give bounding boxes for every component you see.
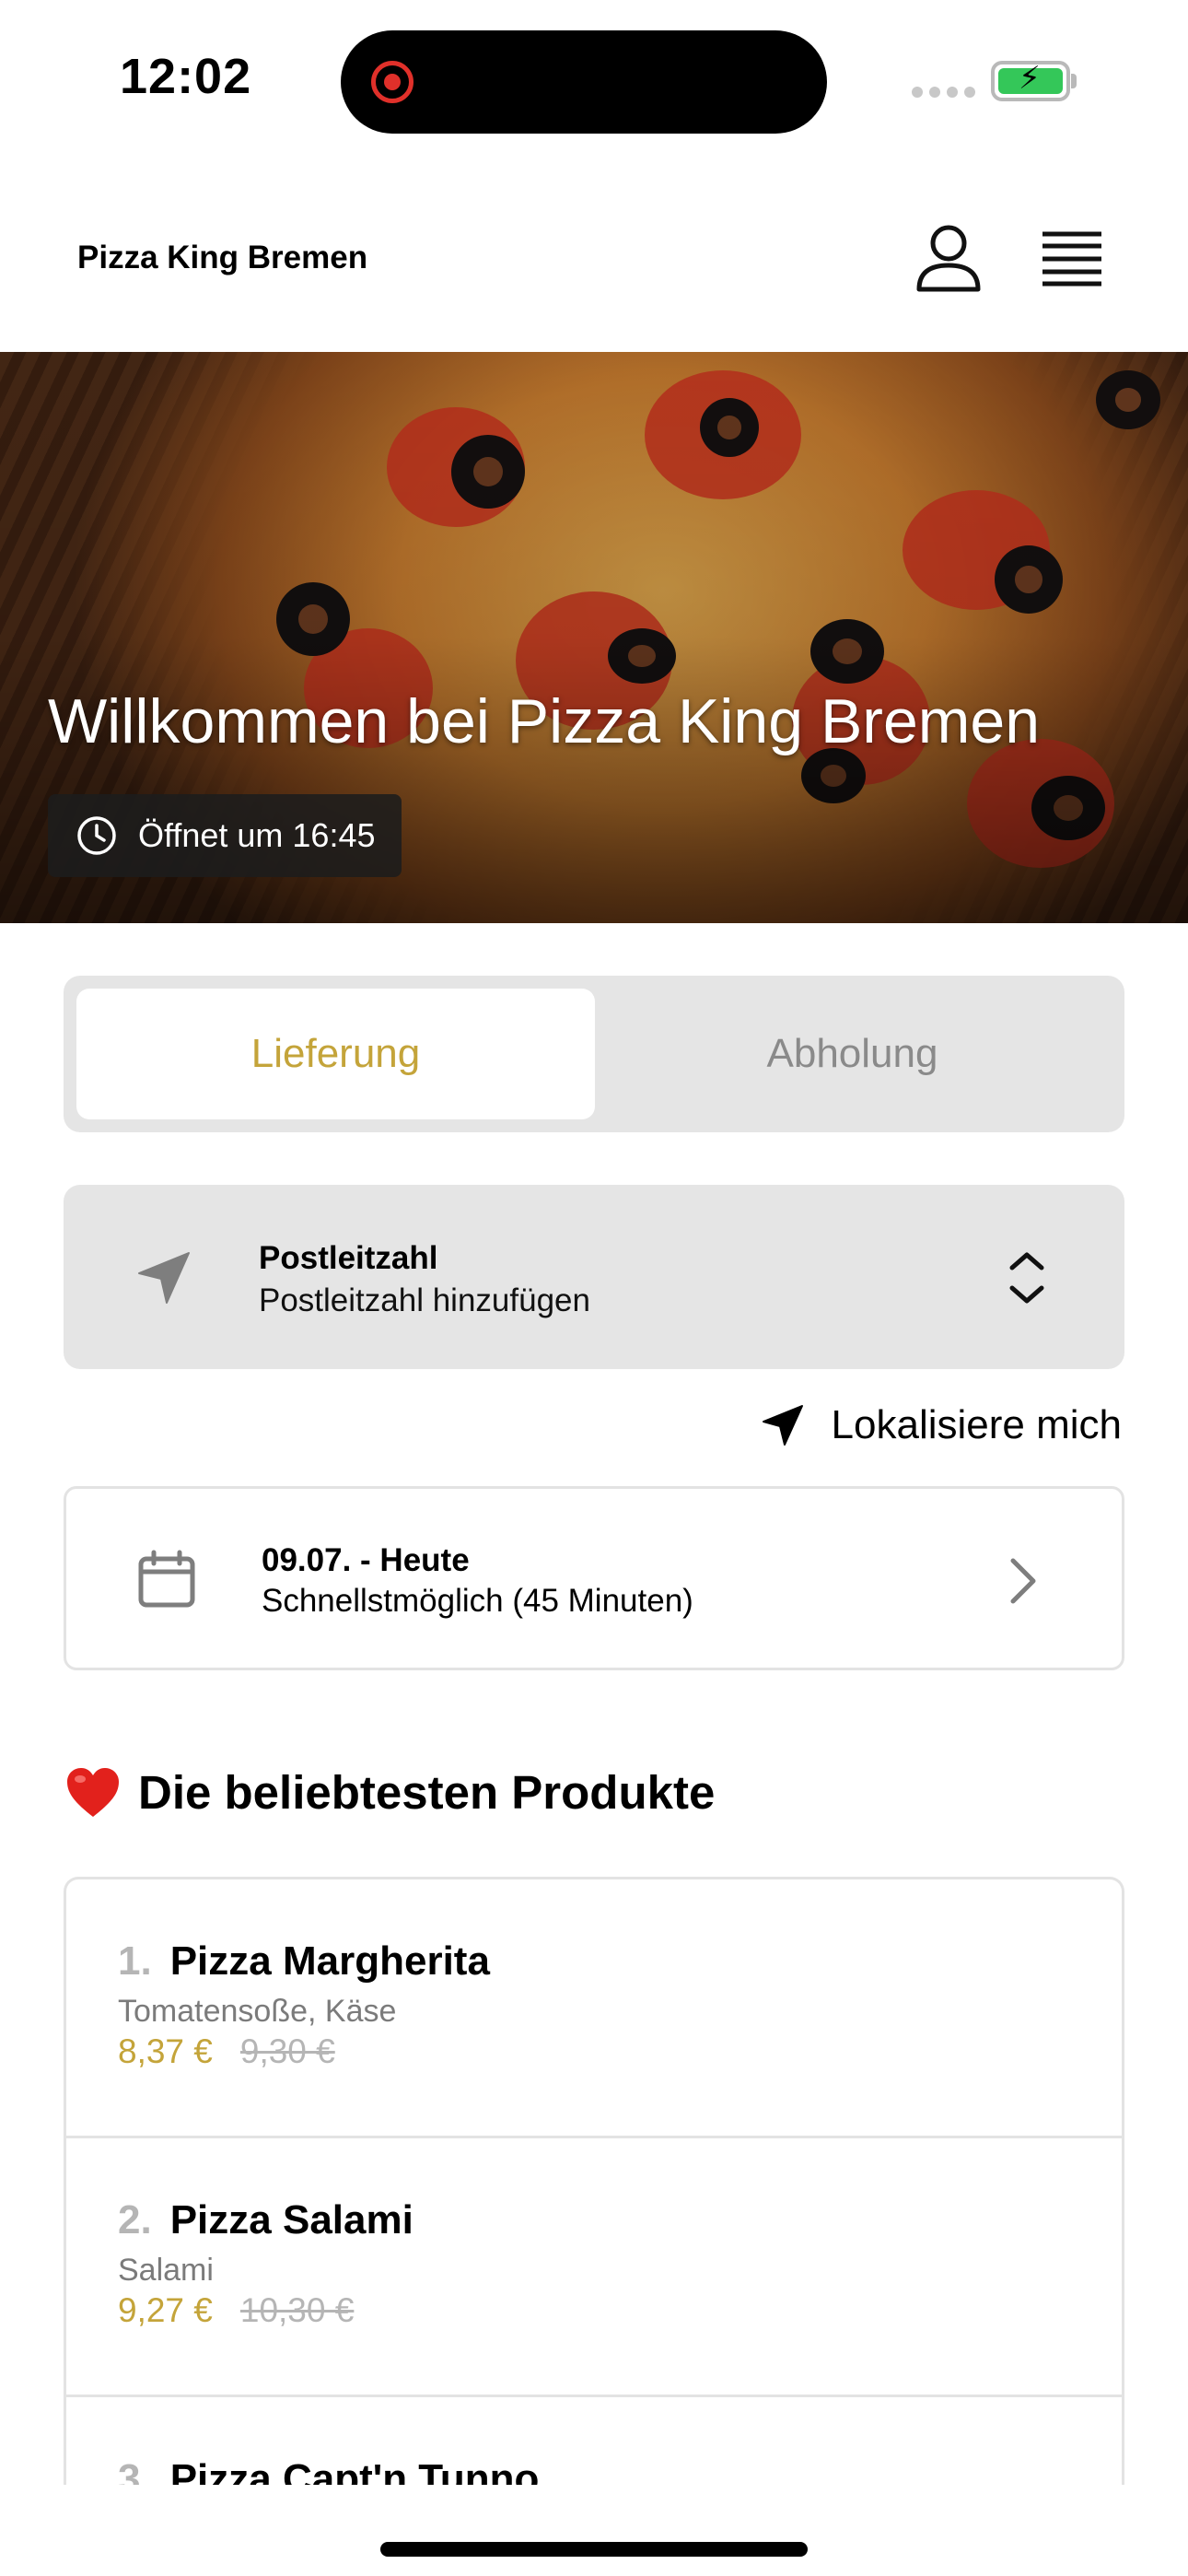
postcode-selector[interactable]: Postleitzahl Postleitzahl hinzufügen: [64, 1185, 1124, 1369]
product-price: 9,27 €: [118, 2291, 213, 2329]
popular-products-title: Die beliebtesten Produkte: [138, 1766, 716, 1819]
popular-products-heading: Die beliebtesten Produkte: [64, 1765, 715, 1820]
delivery-time-selector[interactable]: 09.07. - Heute Schnellstmöglich (45 Minu…: [64, 1486, 1124, 1670]
delivery-time: Schnellstmöglich (45 Minuten): [262, 1583, 693, 1619]
product-name: Pizza Capt'n Tunno: [169, 2456, 540, 2485]
opening-time-badge: Öffnet um 16:45: [48, 794, 402, 877]
hamburger-menu-icon[interactable]: [1039, 228, 1105, 289]
order-mode-toggle: Lieferung Abholung: [64, 976, 1124, 1132]
brand-title: Pizza King Bremen: [77, 240, 368, 275]
postcode-placeholder: Postleitzahl hinzufügen: [259, 1282, 590, 1318]
user-account-icon[interactable]: [912, 221, 985, 295]
popular-products-list: 1. Pizza Margherita Tomatensoße, Käse 8,…: [64, 1877, 1124, 2485]
opening-time-text: Öffnet um 16:45: [138, 816, 376, 854]
home-indicator[interactable]: [380, 2542, 808, 2557]
calendar-icon: [138, 1550, 195, 1608]
status-bar: 12:02 ⚡: [0, 0, 1188, 157]
product-rank: 3.: [118, 2456, 152, 2485]
product-rank: 2.: [118, 2197, 152, 2242]
tab-delivery[interactable]: Lieferung: [76, 989, 595, 1119]
product-old-price: 9,30 €: [239, 2032, 335, 2070]
product-item[interactable]: 1. Pizza Margherita Tomatensoße, Käse 8,…: [66, 1879, 1122, 2138]
product-price: 8,37 €: [118, 2032, 213, 2070]
battery-icon: ⚡: [991, 61, 1077, 101]
product-item[interactable]: 3. Pizza Capt'n Tunno: [66, 2397, 1122, 2485]
product-rank: 1.: [118, 1938, 152, 1984]
product-item[interactable]: 2. Pizza Salami Salami 9,27 € 10,30 €: [66, 2138, 1122, 2397]
hero-title: Willkommen bei Pizza King Bremen: [48, 686, 1041, 756]
product-name: Pizza Margherita: [169, 1938, 490, 1984]
hero-banner: Willkommen bei Pizza King Bremen Öffnet …: [0, 352, 1188, 923]
chevron-up-down-icon: [1009, 1252, 1044, 1304]
chevron-right-icon: [1010, 1558, 1036, 1604]
status-time: 12:02: [120, 49, 252, 104]
locate-me-button[interactable]: Lokalisiere mich: [762, 1402, 1122, 1448]
signal-icon: [912, 87, 975, 98]
clock-icon: [77, 816, 116, 855]
screen: 12:02 ⚡ Pizza King Bremen Willkommen bei…: [0, 0, 1188, 2576]
app-header: Pizza King Bremen: [0, 184, 1188, 352]
product-old-price: 10,30 €: [239, 2291, 355, 2329]
product-description: Tomatensoße, Käse: [118, 1994, 397, 2029]
heart-icon: [67, 1767, 119, 1817]
location-arrow-icon: [138, 1252, 190, 1304]
recording-icon: [371, 61, 413, 103]
postcode-label: Postleitzahl: [259, 1240, 438, 1276]
location-arrow-icon: [762, 1405, 803, 1446]
product-name: Pizza Salami: [169, 2197, 413, 2242]
product-description: Salami: [118, 2253, 214, 2288]
tab-pickup[interactable]: Abholung: [593, 989, 1112, 1119]
delivery-date: 09.07. - Heute: [262, 1542, 470, 1578]
locate-me-label: Lokalisiere mich: [831, 1402, 1122, 1447]
dynamic-island: [341, 30, 827, 134]
